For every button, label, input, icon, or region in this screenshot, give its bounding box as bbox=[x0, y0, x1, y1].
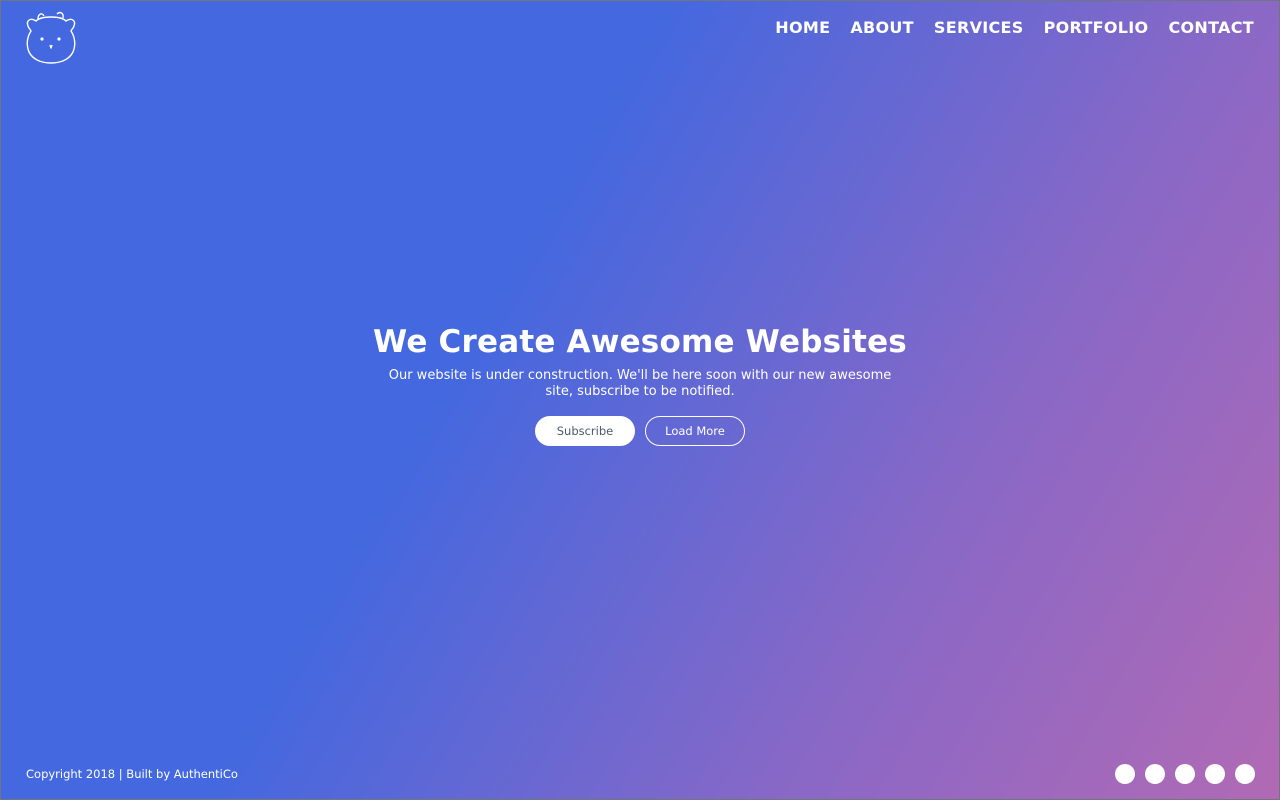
social-links bbox=[1115, 764, 1255, 784]
hero-title: We Create Awesome Websites bbox=[373, 324, 907, 360]
nav-portfolio[interactable]: PORTFOLIO bbox=[1044, 17, 1149, 39]
bear-logo-icon[interactable] bbox=[24, 9, 79, 64]
hero-section: We Create Awesome Websites Our website i… bbox=[1, 319, 1279, 446]
subscribe-button[interactable]: Subscribe bbox=[535, 416, 635, 446]
social-icon-5[interactable] bbox=[1235, 764, 1255, 784]
social-icon-4[interactable] bbox=[1205, 764, 1225, 784]
load-more-button[interactable]: Load More bbox=[645, 416, 745, 446]
hero-buttons: Subscribe Load More bbox=[1, 416, 1279, 446]
nav-services[interactable]: SERVICES bbox=[934, 17, 1024, 39]
main-nav: HOME ABOUT SERVICES PORTFOLIO CONTACT bbox=[775, 17, 1254, 39]
social-icon-1[interactable] bbox=[1115, 764, 1135, 784]
nav-home[interactable]: HOME bbox=[775, 17, 830, 39]
social-icon-3[interactable] bbox=[1175, 764, 1195, 784]
nav-about[interactable]: ABOUT bbox=[850, 17, 914, 39]
social-icon-2[interactable] bbox=[1145, 764, 1165, 784]
nav-contact[interactable]: CONTACT bbox=[1168, 17, 1254, 39]
copyright-text: Copyright 2018 | Built by AuthentiCo bbox=[26, 767, 238, 781]
hero-subtitle: Our website is under construction. We'll… bbox=[388, 368, 892, 399]
